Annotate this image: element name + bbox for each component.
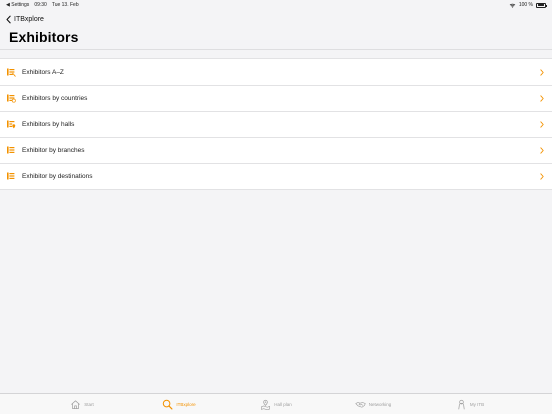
status-time: 09:30 bbox=[34, 2, 47, 8]
chevron-right-icon bbox=[540, 172, 544, 180]
alphabet-list-icon bbox=[7, 68, 16, 77]
back-to-app-link[interactable]: ◀ Settings bbox=[6, 2, 29, 8]
header-divider bbox=[0, 49, 552, 50]
list-item-exhibitor-by-destinations[interactable]: Exhibitor by destinations bbox=[0, 163, 552, 189]
back-button[interactable]: ITBxplore bbox=[6, 13, 44, 25]
exhibitor-menu-list: Exhibitors A–Z Exhibitors by countries E… bbox=[0, 58, 552, 190]
tab-itbxplore[interactable]: ITBxplore bbox=[131, 394, 228, 414]
search-icon bbox=[163, 399, 173, 409]
chevron-right-icon bbox=[540, 120, 544, 128]
tab-label: Start bbox=[84, 401, 94, 407]
back-button-label: ITBxplore bbox=[14, 15, 44, 23]
list-item-exhibitors-by-halls[interactable]: Exhibitors by halls bbox=[0, 111, 552, 137]
tab-label: My ITB bbox=[469, 401, 485, 407]
chevron-right-icon bbox=[540, 146, 544, 154]
list-item-exhibitors-a-z[interactable]: Exhibitors A–Z bbox=[0, 59, 552, 85]
tab-hall-plan[interactable]: Hall plan bbox=[228, 394, 325, 414]
battery-percent: 100 % bbox=[518, 2, 533, 8]
status-left: ◀ Settings 09:30 Tue 13. Feb bbox=[6, 2, 79, 8]
branches-list-icon bbox=[7, 146, 15, 154]
screen: ◀ Settings 09:30 Tue 13. Feb 100 % ITBxp… bbox=[0, 0, 552, 414]
wifi-icon bbox=[509, 3, 516, 8]
list-item-label: Exhibitor by destinations bbox=[22, 172, 93, 180]
list-item-label: Exhibitors by halls bbox=[22, 120, 75, 128]
tab-bar: Start ITBxplore Hall plan Networking My … bbox=[0, 393, 552, 414]
list-item-exhibitor-by-branches[interactable]: Exhibitor by branches bbox=[0, 137, 552, 163]
chevron-right-icon bbox=[540, 68, 544, 76]
tab-label: ITBxplore bbox=[176, 401, 196, 407]
list-item-label: Exhibitors A–Z bbox=[22, 68, 64, 76]
battery-icon bbox=[536, 2, 547, 8]
halls-pin-icon bbox=[7, 120, 16, 129]
home-icon bbox=[71, 399, 81, 409]
status-right: 100 % bbox=[509, 2, 547, 8]
page-title: Exhibitors bbox=[9, 29, 79, 45]
tab-networking[interactable]: Networking bbox=[325, 394, 422, 414]
tab-label: Hall plan bbox=[274, 401, 292, 407]
list-item-label: Exhibitors by countries bbox=[22, 94, 88, 102]
tab-start[interactable]: Start bbox=[34, 394, 131, 414]
countries-list-icon bbox=[7, 94, 16, 103]
hall-plan-icon bbox=[261, 399, 271, 410]
tab-label: Networking bbox=[368, 401, 392, 407]
list-item-exhibitors-by-countries[interactable]: Exhibitors by countries bbox=[0, 85, 552, 111]
list-item-label: Exhibitor by branches bbox=[22, 146, 85, 154]
status-date: Tue 13. Feb bbox=[51, 2, 79, 8]
handshake-icon bbox=[355, 401, 366, 408]
tab-my-itb[interactable]: My ITB bbox=[422, 394, 519, 414]
destinations-list-icon bbox=[7, 172, 15, 180]
person-icon bbox=[458, 399, 465, 409]
chevron-left-icon bbox=[6, 15, 11, 23]
chevron-right-icon bbox=[540, 94, 544, 102]
status-bar: ◀ Settings 09:30 Tue 13. Feb 100 % bbox=[0, 0, 552, 10]
